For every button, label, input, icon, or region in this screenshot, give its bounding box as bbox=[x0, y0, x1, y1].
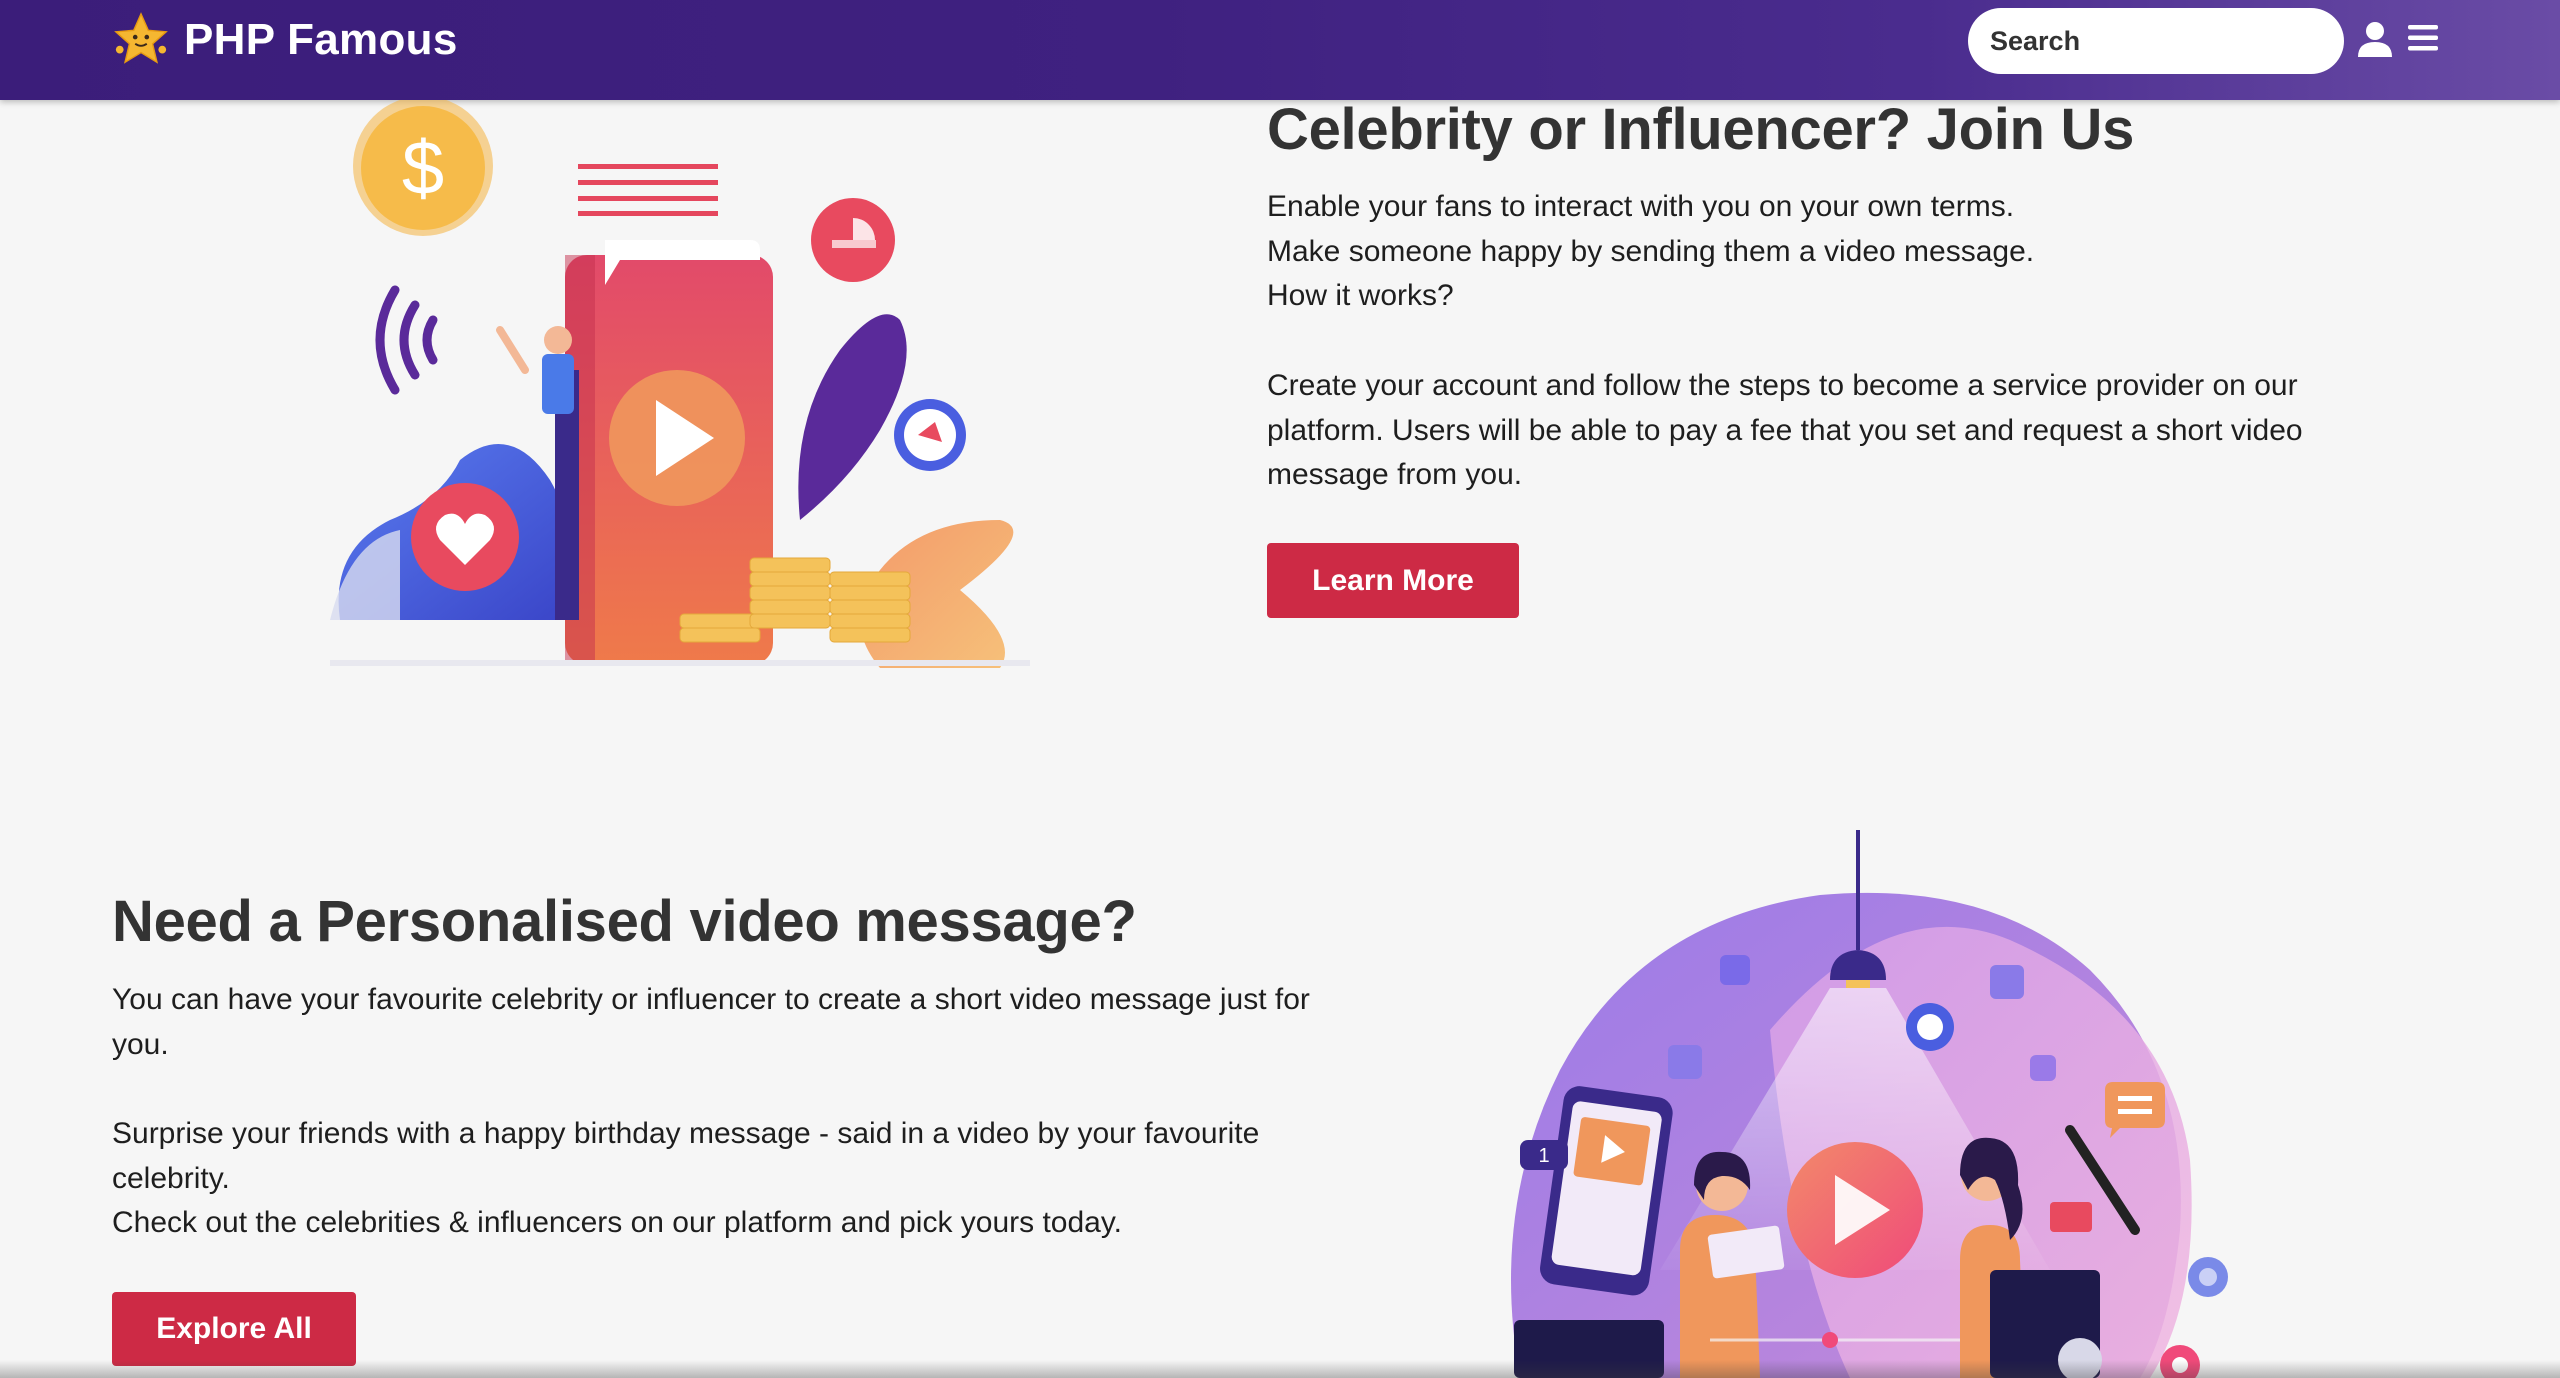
brand-link[interactable]: PHP Famous bbox=[112, 12, 458, 68]
learn-more-button[interactable]: Learn More bbox=[1267, 543, 1519, 618]
video-message-women-illustration: 1 bbox=[1511, 830, 2228, 1378]
explore-all-button[interactable]: Explore All bbox=[112, 1292, 356, 1366]
need-section-intro: You can have your favourite celebrity or… bbox=[112, 983, 1310, 1061]
search-input[interactable] bbox=[1990, 25, 2351, 57]
join-section-title: Celebrity or Influencer? Join Us bbox=[1267, 97, 2135, 162]
search-box bbox=[1968, 8, 2351, 74]
join-line: Enable your fans to interact with you on… bbox=[1267, 190, 2015, 223]
need-line: Check out the celebrities & influencers … bbox=[112, 1206, 1122, 1239]
join-section-description: Create your account and follow the steps… bbox=[1267, 369, 2303, 491]
brand-name: PHP Famous bbox=[184, 15, 458, 64]
viewport-bottom-shadow bbox=[0, 1360, 2560, 1378]
svg-text:1: 1 bbox=[1538, 1145, 1549, 1167]
user-icon[interactable] bbox=[2356, 20, 2394, 58]
need-section-lines: Surprise your friends with a happy birth… bbox=[112, 1112, 1312, 1246]
need-line: Surprise your friends with a happy birth… bbox=[112, 1117, 1260, 1195]
need-section-title: Need a Personalised video message? bbox=[112, 889, 1137, 954]
star-mascot-icon bbox=[114, 12, 168, 64]
join-section-lines: Enable your fans to interact with you on… bbox=[1267, 185, 2367, 319]
join-line: Make someone happy by sending them a vid… bbox=[1267, 234, 2035, 268]
svg-text:$: $ bbox=[402, 126, 444, 211]
top-navbar: PHP Famous bbox=[0, 0, 2560, 100]
hamburger-menu-icon[interactable] bbox=[2406, 22, 2440, 54]
join-line: How it works? bbox=[1267, 279, 1454, 312]
influencer-phone-video-illustration: $ bbox=[330, 100, 1030, 668]
